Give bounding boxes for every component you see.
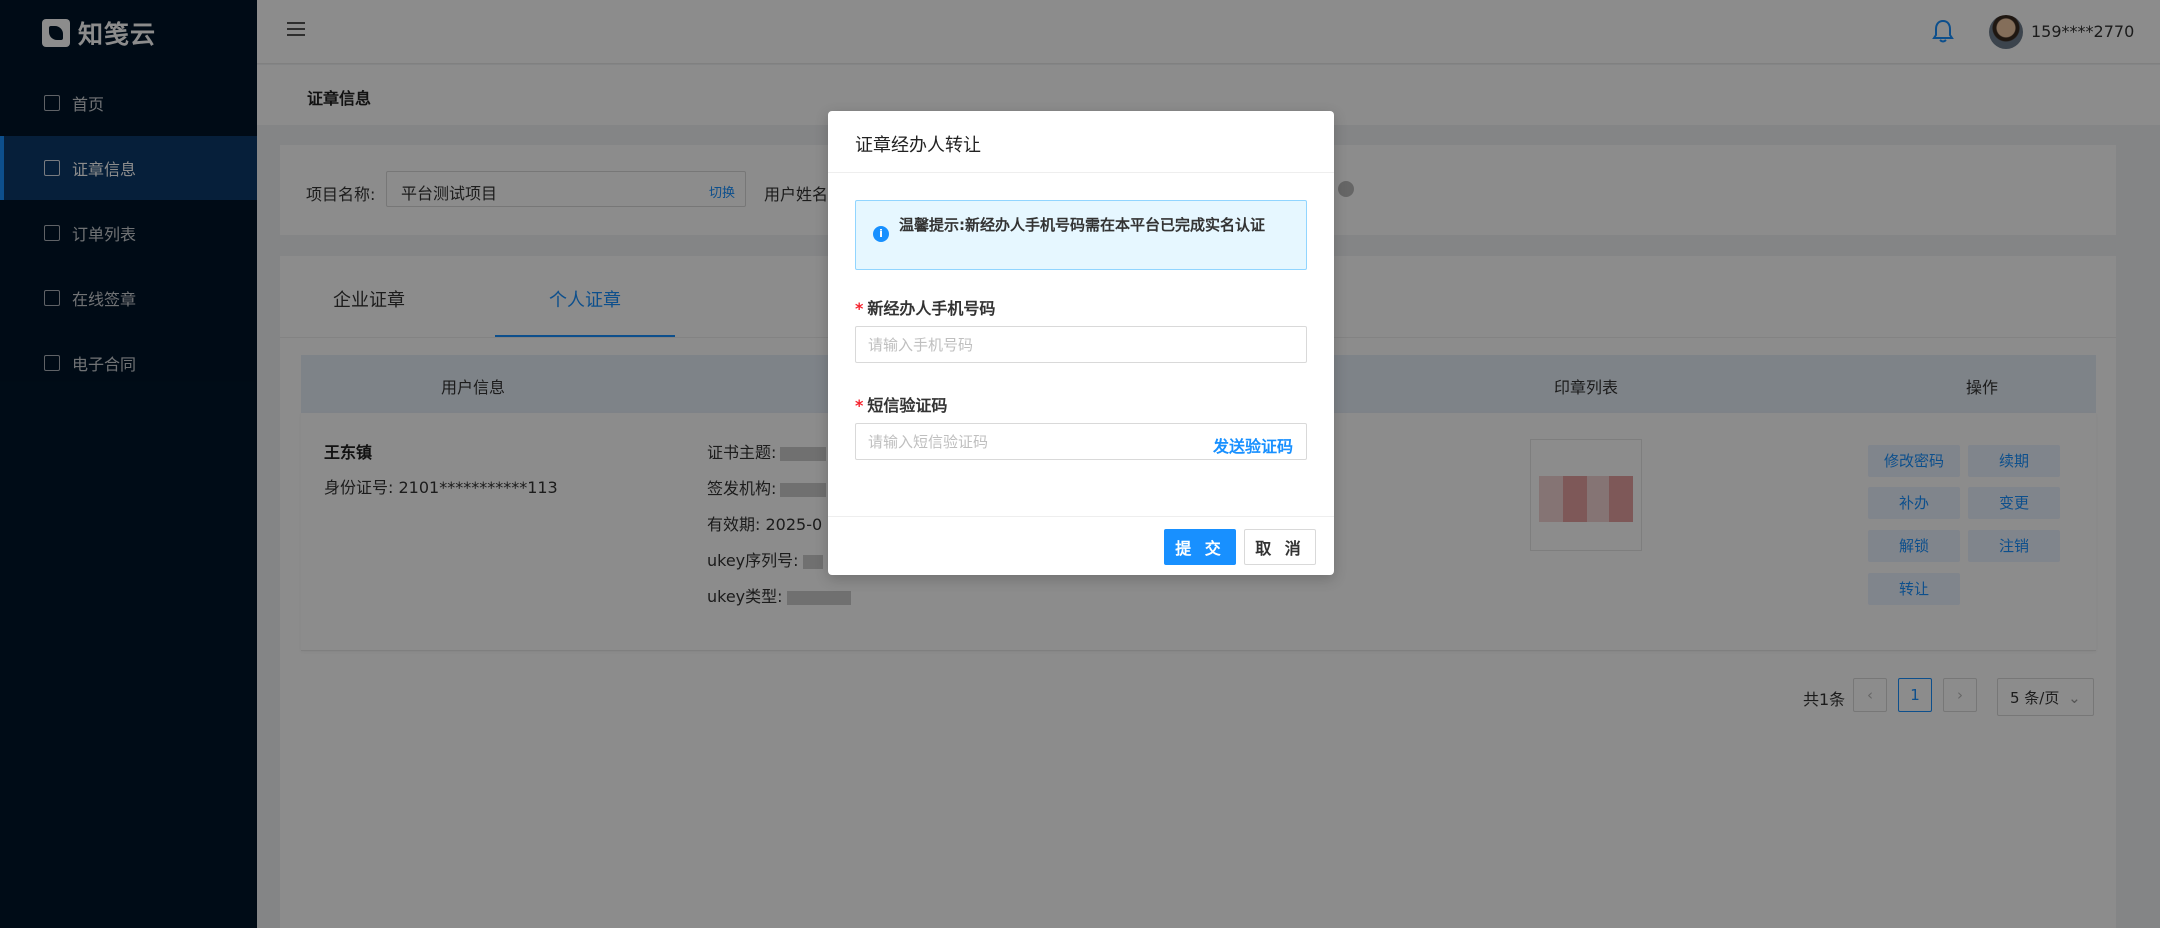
modal-footer-divider xyxy=(828,516,1334,517)
info-icon: i xyxy=(873,226,889,242)
phone-field-label: * 新经办人手机号码 xyxy=(855,299,996,318)
required-mark: * xyxy=(855,299,864,318)
submit-button[interactable]: 提 交 xyxy=(1164,529,1236,565)
modal-title: 证章经办人转让 xyxy=(855,135,981,156)
send-code-button[interactable]: 发送验证码 xyxy=(1213,433,1293,457)
phone-input[interactable] xyxy=(855,326,1307,363)
required-mark: * xyxy=(855,396,864,415)
tip-alert: i 温馨提示:新经办人手机号码需在本平台已完成实名认证 xyxy=(855,200,1307,270)
sms-field-label: * 短信验证码 xyxy=(855,396,948,415)
modal-header-divider xyxy=(828,172,1334,173)
tip-text: 温馨提示:新经办人手机号码需在本平台已完成实名认证 xyxy=(899,216,1266,234)
cancel-button[interactable]: 取 消 xyxy=(1244,529,1316,565)
transfer-modal: 证章经办人转让 i 温馨提示:新经办人手机号码需在本平台已完成实名认证 * 新经办… xyxy=(828,111,1334,575)
